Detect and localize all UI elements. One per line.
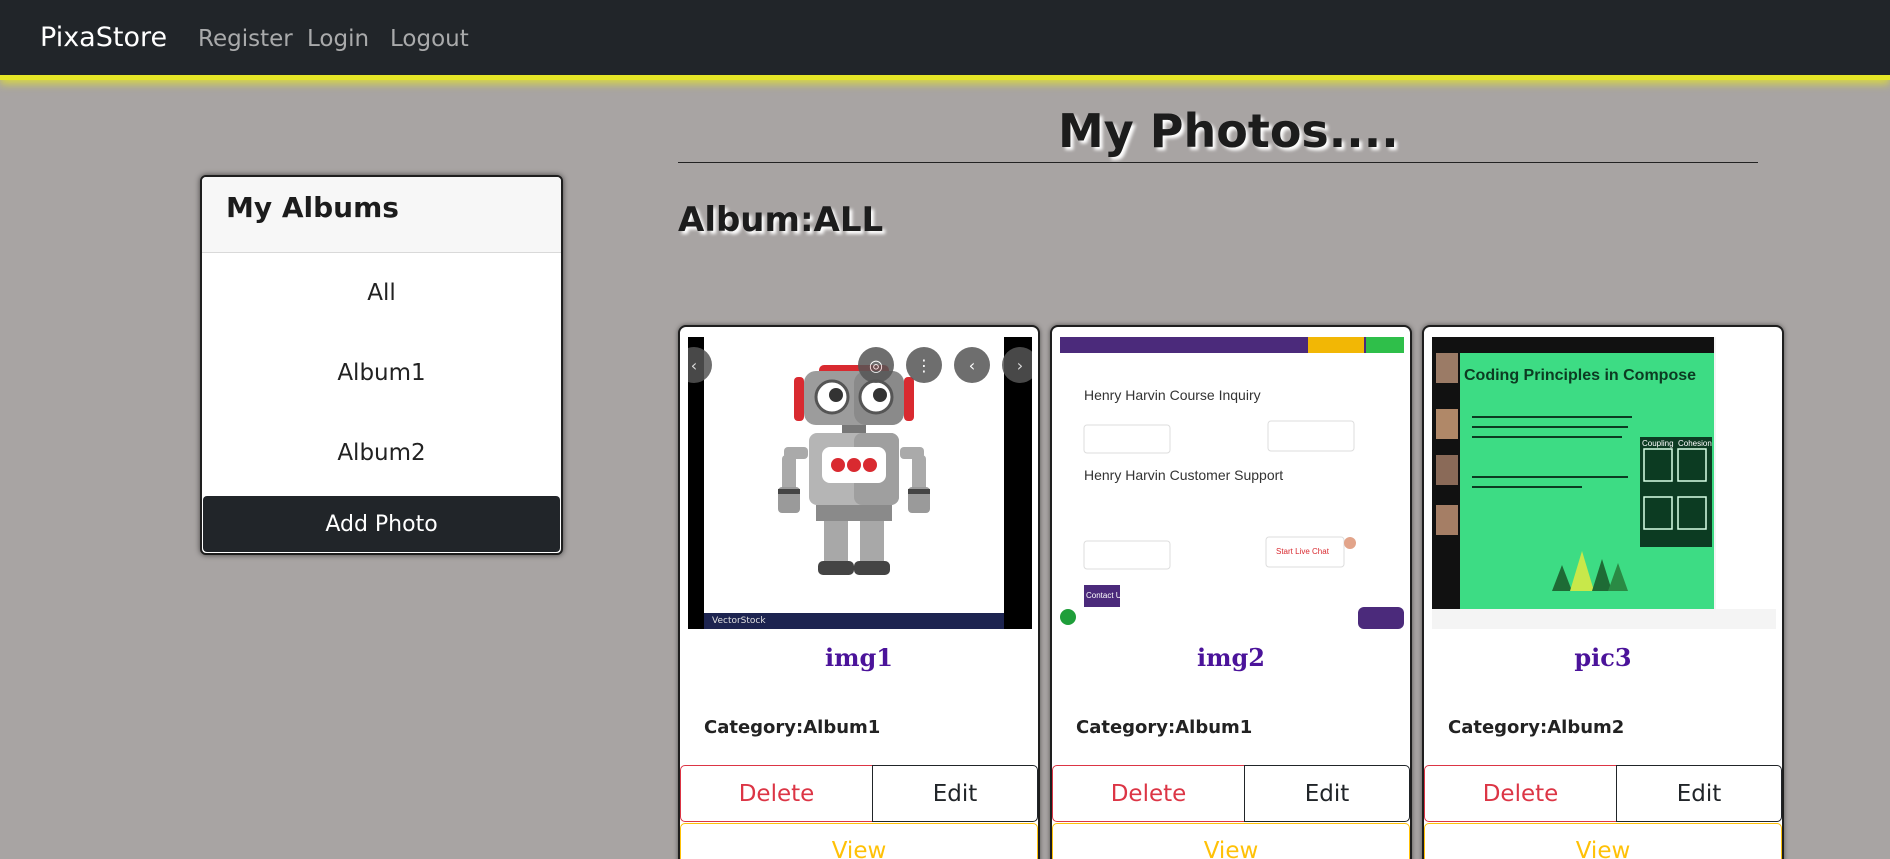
- chevron-right-icon: ›: [1002, 347, 1032, 383]
- photo-thumbnail[interactable]: Coding Principles in Compose Coupling Co…: [1432, 337, 1776, 629]
- photo-category: Category:Album2: [1448, 717, 1625, 738]
- lens-icon: ◎: [858, 347, 894, 383]
- thumbnail-canvas: [704, 337, 1004, 621]
- album-item-album2[interactable]: Album2: [202, 413, 561, 493]
- delete-button[interactable]: Delete: [1424, 765, 1617, 822]
- current-album-label: Album:ALL: [678, 200, 884, 240]
- photo-title[interactable]: img1: [680, 643, 1038, 672]
- edit-button[interactable]: Edit: [872, 765, 1038, 822]
- view-button[interactable]: View: [680, 823, 1038, 859]
- edit-button[interactable]: Edit: [1616, 765, 1782, 822]
- album-item-album1[interactable]: Album1: [202, 333, 561, 413]
- album-item-all[interactable]: All: [202, 253, 561, 333]
- photo-category: Category:Album1: [1076, 717, 1253, 738]
- view-button[interactable]: View: [1052, 823, 1410, 859]
- delete-button[interactable]: Delete: [680, 765, 873, 822]
- navbar: PixaStore Register Login Logout: [0, 0, 1890, 80]
- thumbnail-footer: VectorStock: [704, 613, 1004, 629]
- chevron-left-icon: ‹: [954, 347, 990, 383]
- thumbnail-contact: Contact Us: [1086, 591, 1126, 600]
- thumbnail-heading-2: Henry Harvin Customer Support: [1084, 467, 1284, 483]
- title-divider: [678, 162, 1758, 163]
- view-button[interactable]: View: [1424, 823, 1782, 859]
- thumbnail-col1: Coupling: [1642, 439, 1674, 448]
- nav-logout-link[interactable]: Logout: [390, 26, 469, 52]
- thumbnail-col2: Cohesion: [1678, 439, 1712, 448]
- delete-button[interactable]: Delete: [1052, 765, 1245, 822]
- brand-logo[interactable]: PixaStore: [40, 22, 167, 53]
- albums-card: My Albums All Album1 Album2 Add Photo: [200, 175, 563, 555]
- add-photo-button[interactable]: Add Photo: [203, 496, 560, 552]
- photo-card-pic3: Coding Principles in Compose Coupling Co…: [1422, 325, 1784, 859]
- robot-illustration: [778, 365, 930, 575]
- photo-thumbnail[interactable]: VectorStock ‹ ◎ ⋮ ‹ ›: [688, 337, 1032, 629]
- photo-thumbnail[interactable]: Henry Harvin Course Inquiry Henry Harvin…: [1060, 337, 1404, 629]
- albums-title: My Albums: [202, 177, 561, 253]
- photo-category: Category:Album1: [704, 717, 881, 738]
- nav-register-link[interactable]: Register: [198, 26, 293, 52]
- page-title: My Photos....: [1058, 104, 1399, 158]
- nav-login-link[interactable]: Login: [307, 26, 369, 52]
- edit-button[interactable]: Edit: [1244, 765, 1410, 822]
- photo-title[interactable]: img2: [1052, 643, 1410, 672]
- photo-title[interactable]: pic3: [1424, 643, 1782, 672]
- thumbnail-chat: Start Live Chat: [1276, 547, 1329, 556]
- thumbnail-heading-1: Henry Harvin Course Inquiry: [1084, 387, 1261, 403]
- photo-card-img2: Henry Harvin Course Inquiry Henry Harvin…: [1050, 325, 1412, 859]
- thumbnail-slide-title: Coding Principles in Compose: [1464, 367, 1697, 384]
- photo-card-img1: VectorStock ‹ ◎ ⋮ ‹ › img1 Category:Albu…: [678, 325, 1040, 859]
- website-screenshot: [1060, 337, 1404, 629]
- more-vertical-icon: ⋮: [906, 347, 942, 383]
